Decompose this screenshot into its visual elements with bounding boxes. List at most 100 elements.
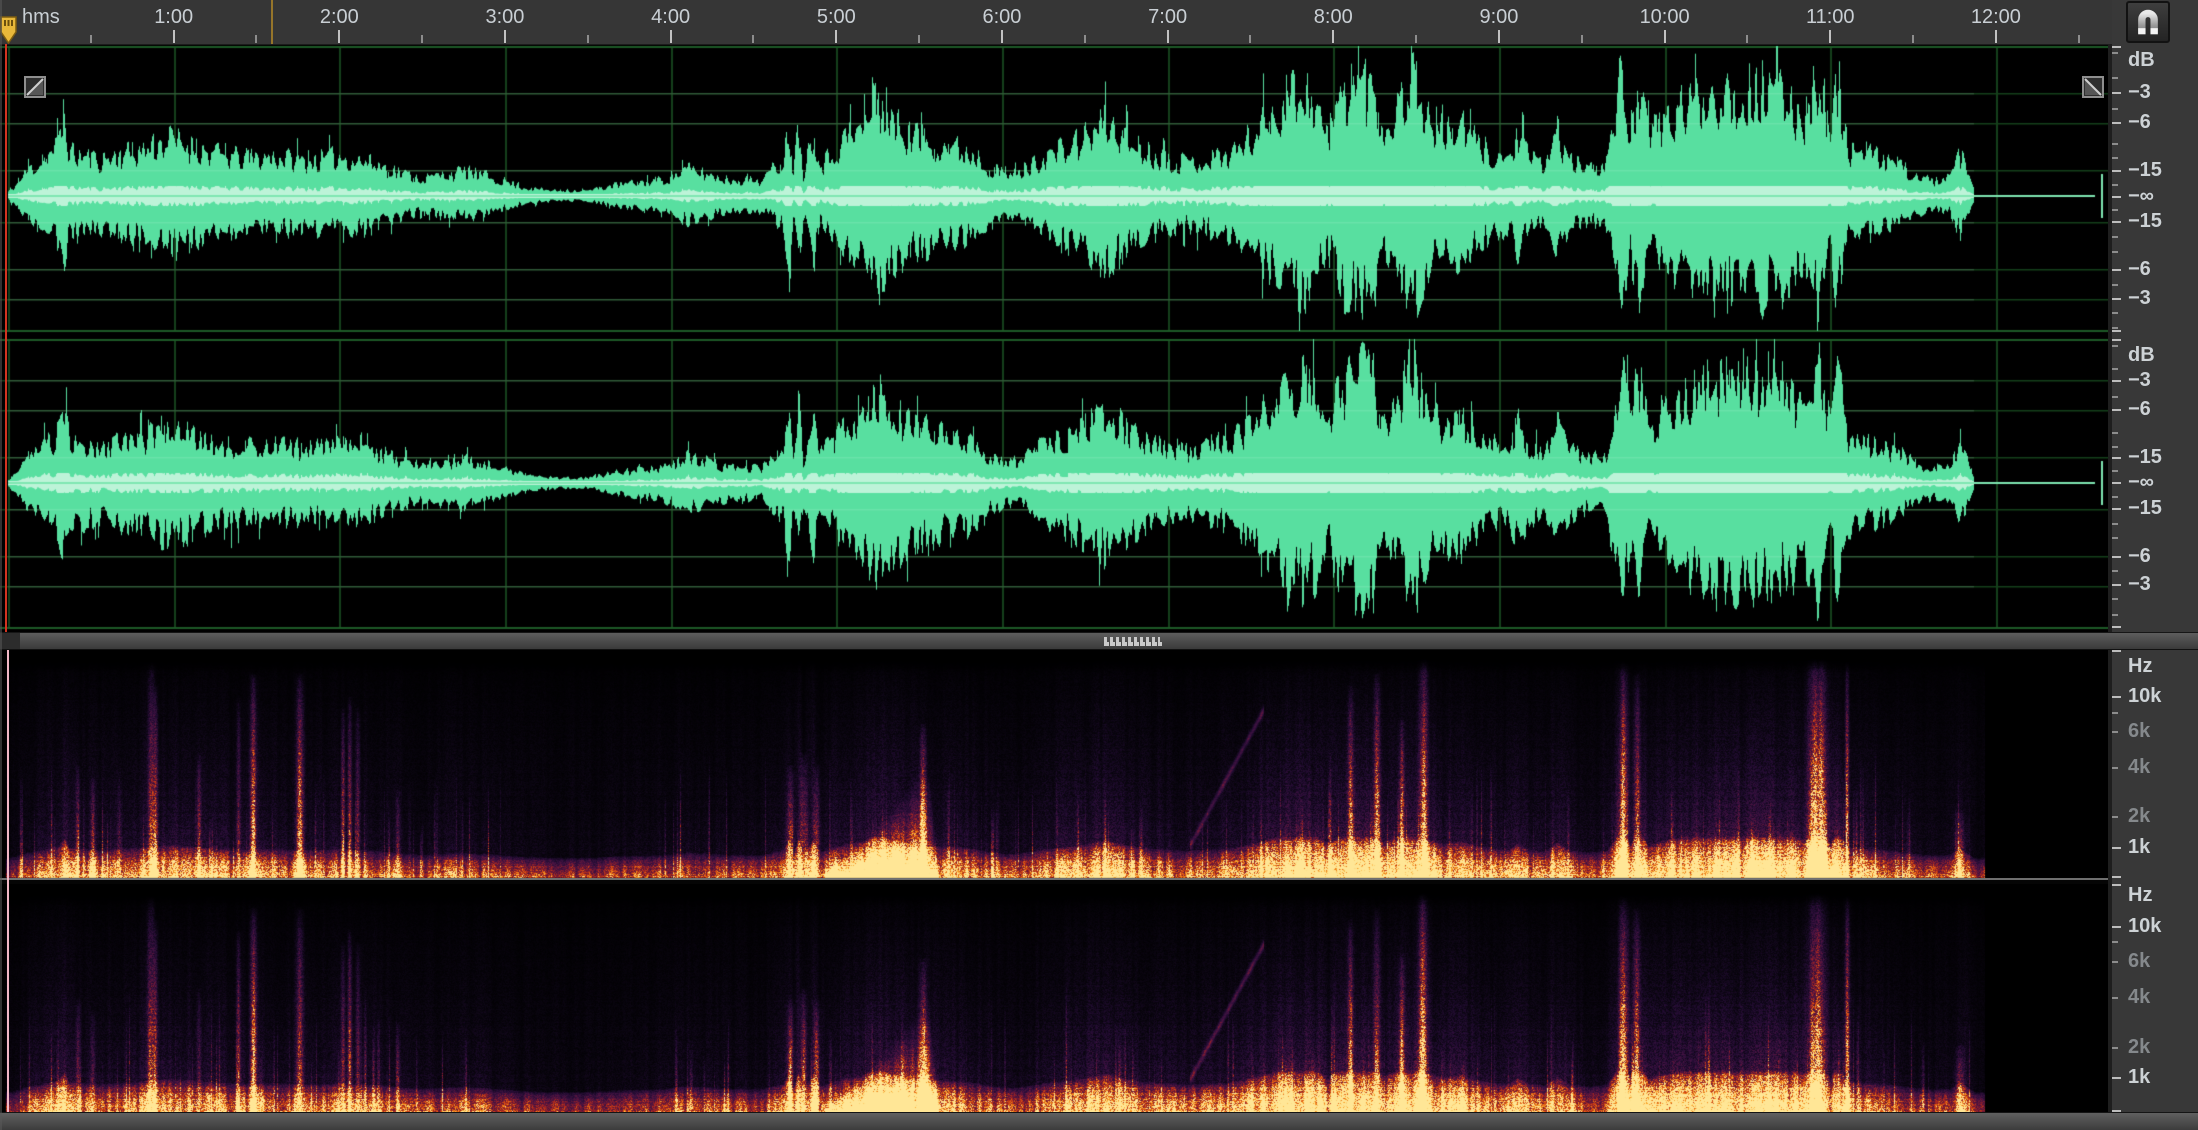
scale-minor-tick — [2112, 496, 2118, 498]
scale-minor-tick — [2112, 941, 2118, 943]
ruler-time-label: 9:00 — [1479, 6, 1518, 29]
scale-tick — [2112, 1077, 2121, 1079]
scale-title: Hz — [2128, 655, 2152, 678]
amplitude-frequency-scale-column[interactable] — [2112, 44, 2198, 1130]
ruler-unit-label: hms — [22, 6, 60, 29]
scale-minor-tick — [2112, 537, 2118, 539]
ruler-minor-tick — [90, 35, 92, 43]
audio-editor-window: hms 1:002:003:004:005:006:007:008:009:00… — [0, 0, 2198, 1130]
snap-toggle-button[interactable] — [2126, 1, 2170, 43]
scale-tick — [2112, 196, 2121, 198]
ruler-minor-tick — [1415, 35, 1417, 43]
scale-minor-tick — [2112, 470, 2118, 472]
scale-tick — [2112, 767, 2118, 769]
scale-minor-tick — [2112, 368, 2118, 370]
waveform-display[interactable] — [0, 44, 2108, 632]
scale-title: dB — [2128, 344, 2155, 367]
scale-label: −6 — [2128, 111, 2151, 134]
ruler-major-tick — [1664, 30, 1666, 43]
ruler-major-tick — [1995, 30, 1997, 43]
magnet-icon — [2133, 6, 2163, 38]
plot-scale-divider — [2108, 44, 2112, 1130]
ruler-major-tick — [1332, 30, 1334, 43]
scale-label: −6 — [2128, 258, 2151, 281]
scale-label: 4k — [2128, 756, 2150, 779]
scale-minor-tick — [2112, 614, 2118, 616]
ruler-major-tick — [1001, 30, 1003, 43]
ruler-minor-tick — [1084, 35, 1086, 43]
fade-in-handle[interactable] — [24, 76, 46, 98]
waveform-playhead-line[interactable] — [5, 44, 7, 632]
ruler-time-label: 12:00 — [1971, 6, 2021, 29]
ruler-corner-panel — [2112, 0, 2198, 45]
scale-tick — [2112, 816, 2118, 818]
scale-boundary-tick — [2112, 876, 2121, 878]
ruler-minor-tick — [587, 35, 589, 43]
scale-tick — [2112, 508, 2121, 510]
scale-label: 6k — [2128, 720, 2150, 743]
ruler-minor-tick — [1912, 35, 1914, 43]
scale-label: −3 — [2128, 369, 2151, 392]
scale-boundary-tick — [2112, 46, 2121, 48]
spectrogram-playhead-line[interactable] — [7, 650, 9, 1112]
scale-label: −15 — [2128, 446, 2162, 469]
scale-tick — [2112, 170, 2121, 172]
scale-minor-tick — [2112, 312, 2118, 314]
scale-boundary-tick — [2112, 650, 2121, 652]
fade-out-handle[interactable] — [2082, 76, 2104, 98]
ruler-major-tick — [1167, 30, 1169, 43]
ruler-major-tick — [504, 30, 506, 43]
playhead-pin[interactable] — [0, 16, 17, 44]
scale-minor-tick — [2112, 446, 2118, 448]
scale-minor-tick — [2112, 52, 2118, 54]
window-left-edge — [0, 0, 2, 1130]
scale-minor-tick — [2112, 432, 2118, 434]
scale-minor-tick — [2112, 396, 2118, 398]
scale-label: 6k — [2128, 950, 2150, 973]
scale-minor-tick — [2112, 345, 2118, 347]
scale-label: −6 — [2128, 398, 2151, 421]
scale-tick — [2112, 696, 2121, 698]
scale-minor-tick — [2112, 598, 2118, 600]
scale-label: −3 — [2128, 573, 2151, 596]
scale-minor-tick — [2112, 77, 2118, 79]
ruler-time-label: 6:00 — [982, 6, 1021, 29]
ruler-time-label: 4:00 — [651, 6, 690, 29]
scale-tick — [2112, 380, 2121, 382]
scale-tick — [2112, 847, 2121, 849]
ruler-time-label: 11:00 — [1806, 6, 1855, 29]
scale-title: Hz — [2128, 884, 2152, 907]
ruler-time-label: 1:00 — [154, 6, 193, 29]
scale-title: dB — [2128, 49, 2155, 72]
view-splitter[interactable] — [0, 632, 2198, 650]
ruler-major-tick — [835, 30, 837, 43]
scale-tick — [2112, 997, 2118, 999]
scale-minor-tick — [2112, 327, 2118, 329]
scale-label: 1k — [2128, 836, 2150, 859]
timeline-marker-line[interactable] — [271, 0, 273, 44]
scale-label: 2k — [2128, 1036, 2150, 1059]
ruler-major-tick — [670, 30, 672, 43]
scale-label: −∞ — [2128, 185, 2154, 208]
scale-minor-tick — [2112, 251, 2118, 253]
scale-tick — [2112, 92, 2121, 94]
ruler-minor-tick — [1249, 35, 1251, 43]
timeline-ruler[interactable]: hms 1:002:003:004:005:006:007:008:009:00… — [0, 0, 2112, 45]
scale-label: −∞ — [2128, 471, 2154, 494]
ruler-major-tick — [338, 30, 340, 43]
scale-boundary-tick — [2112, 884, 2121, 886]
scale-tick — [2112, 961, 2118, 963]
scale-label: 10k — [2128, 685, 2161, 708]
ruler-time-label: 3:00 — [486, 6, 525, 29]
splitter-drag-handle[interactable] — [1104, 637, 1160, 646]
bottom-status-bar — [0, 1112, 2198, 1130]
scale-tick — [2112, 122, 2121, 124]
scale-tick — [2112, 556, 2121, 558]
ruler-time-label: 10:00 — [1640, 6, 1690, 29]
scale-label: 10k — [2128, 915, 2161, 938]
scale-minor-tick — [2112, 209, 2118, 211]
spectrogram-channel-divider — [0, 878, 2108, 884]
ruler-minor-tick — [2078, 35, 2080, 43]
scale-label: −6 — [2128, 545, 2151, 568]
scale-label: −3 — [2128, 81, 2151, 104]
